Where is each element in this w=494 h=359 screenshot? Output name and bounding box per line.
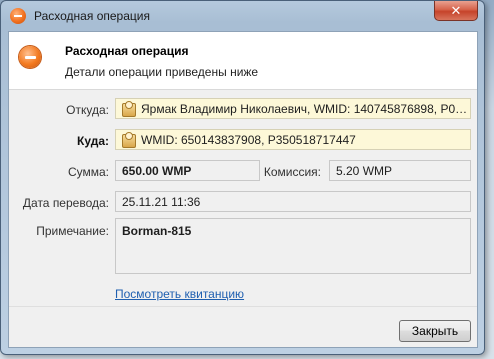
close-button[interactable]: Закрыть: [399, 320, 471, 342]
fee-label: Комиссия:: [263, 165, 321, 179]
header-title: Расходная операция: [65, 44, 189, 58]
to-label: Куда:: [77, 134, 109, 148]
window-close-button[interactable]: ✕: [434, 1, 478, 21]
from-value: Ярмак Владимир Николаевич, WMID: 1407458…: [141, 101, 470, 116]
date-label: Дата перевода:: [22, 196, 109, 210]
title-bar[interactable]: Расходная операция ✕: [1, 1, 484, 31]
dialog-body: Расходная операция Детали операции приве…: [8, 31, 478, 348]
operation-dialog: Расходная операция ✕ Расходная операция …: [0, 0, 485, 355]
minus-circle-icon: [19, 46, 41, 68]
to-value: WMID: 650143837908, P350518717447: [141, 132, 356, 147]
date-field[interactable]: 25.11.21 11:36: [115, 191, 471, 212]
note-label: Примечание:: [36, 224, 109, 238]
note-field[interactable]: Borman-815: [115, 218, 471, 274]
from-field[interactable]: Ярмак Владимир Николаевич, WMID: 1407458…: [115, 98, 471, 119]
fee-field[interactable]: 5.20 WMP: [329, 160, 471, 181]
amount-field[interactable]: 650.00 WMP: [115, 160, 260, 181]
minus-circle-icon: [10, 8, 26, 24]
footer-divider: [9, 306, 477, 307]
wm-passport-icon: [122, 101, 136, 117]
view-receipt-link[interactable]: Посмотреть квитанцию: [115, 287, 244, 301]
from-label: Откуда:: [66, 103, 109, 117]
header-subtitle: Детали операции приведены ниже: [65, 65, 259, 79]
to-field[interactable]: WMID: 650143837908, P350518717447: [115, 129, 471, 150]
dialog-header: Расходная операция Детали операции приве…: [9, 32, 477, 90]
wm-passport-icon: [122, 132, 136, 148]
window-title: Расходная операция: [34, 9, 150, 23]
amount-label: Сумма:: [67, 165, 109, 179]
